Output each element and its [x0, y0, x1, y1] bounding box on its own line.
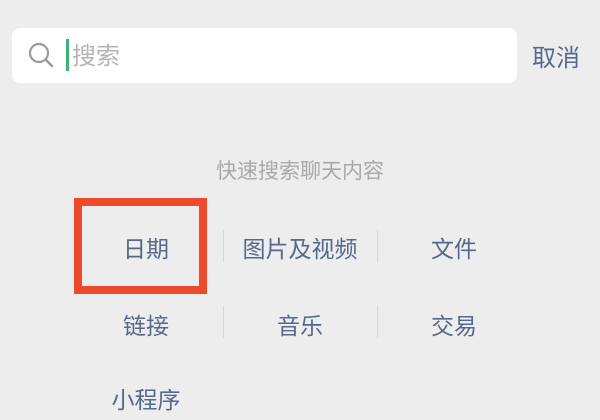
cancel-button[interactable]: 取消 [532, 38, 580, 73]
category-photos-videos[interactable]: 图片及视频 [223, 230, 377, 264]
category-transactions[interactable]: 交易 [377, 307, 531, 341]
highlight-box [74, 198, 207, 294]
search-input[interactable] [72, 28, 492, 83]
category-files[interactable]: 文件 [377, 230, 531, 264]
text-cursor [66, 39, 69, 71]
search-icon [28, 42, 54, 68]
category-mini-programs[interactable]: 小程序 [69, 381, 223, 415]
search-hint: 快速搜索聊天内容 [216, 159, 384, 183]
category-links[interactable]: 链接 [69, 307, 223, 341]
category-music[interactable]: 音乐 [223, 307, 377, 341]
